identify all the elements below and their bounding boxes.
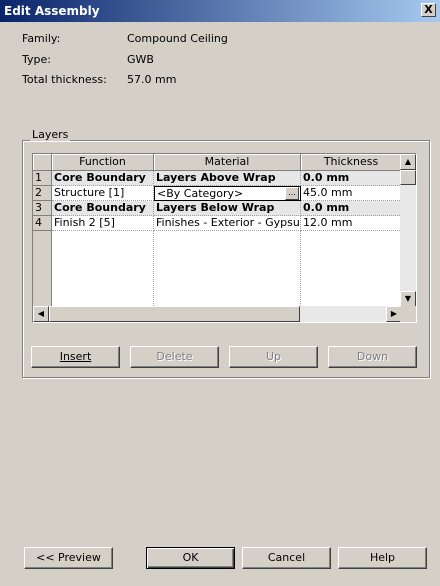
layer-material-cell[interactable]: Finishes - Exterior - Gypsu [154,216,301,231]
layer-material-cell[interactable]: Layers Below Wrap [154,201,301,216]
layer-function-cell[interactable]: Core Boundary [52,171,154,186]
material-edit-value: <By Category> [157,187,244,200]
title-bar[interactable]: Edit Assembly X [0,0,440,22]
column-header-thickness[interactable]: Thickness [301,154,402,171]
row-number[interactable]: 1 [33,171,52,186]
arrow-left-icon[interactable]: ◀ [33,306,49,322]
layer-thickness-cell[interactable]: 45.0 mm [301,186,402,201]
up-button[interactable]: Up [229,346,318,368]
delete-button[interactable]: Delete [130,346,219,368]
family-label: Family: [22,32,61,45]
row-header-empty [33,231,52,308]
insert-button[interactable]: Insert [31,346,120,368]
up-button-label: Up [265,350,282,363]
row-number[interactable]: 4 [33,216,52,231]
preview-button[interactable]: << Preview [24,547,113,569]
close-icon: X [424,3,433,16]
insert-button-label: Insert [59,350,92,363]
layer-function-cell[interactable]: Structure [1] [52,186,154,201]
help-button[interactable]: Help [338,547,427,569]
vertical-scrollbar[interactable]: ▲ ▼ [400,154,416,307]
layer-function-cell[interactable]: Finish 2 [5] [52,216,154,231]
horizontal-scroll-thumb[interactable] [49,306,300,322]
delete-button-label: Delete [156,350,193,363]
row-number[interactable]: 2 [33,186,52,201]
layers-group-label: Layers [30,128,71,141]
close-button[interactable]: X [421,3,436,17]
layer-thickness-cell[interactable]: 12.0 mm [301,216,402,231]
edit-assembly-dialog: Edit Assembly X Family: Compound Ceiling… [0,0,440,586]
total-thickness-label: Total thickness: [22,73,107,86]
window-title: Edit Assembly [4,4,100,18]
type-value: GWB [127,53,154,66]
layer-thickness-cell[interactable]: 0.0 mm [301,171,402,186]
arrow-down-icon[interactable]: ▼ [400,291,416,307]
column-header-function[interactable]: Function [52,154,154,171]
layer-material-cell[interactable]: Layers Above Wrap [154,171,301,186]
vertical-scroll-thumb[interactable] [400,170,416,185]
column-divider [153,231,155,308]
family-value: Compound Ceiling [127,32,228,45]
cancel-button-label: Cancel [267,551,306,564]
scroll-corner [400,306,416,322]
layers-table[interactable]: Function Material Thickness 1 Core Bound… [32,153,417,323]
preview-button-label: << Preview [36,551,101,564]
layer-function-cell[interactable]: Core Boundary [52,201,154,216]
ok-button-label: OK [182,551,199,564]
help-button-label: Help [369,551,396,564]
arrow-up-icon[interactable]: ▲ [400,154,416,170]
down-button[interactable]: Down [328,346,417,368]
horizontal-scrollbar[interactable]: ◀ ▶ [33,306,402,322]
material-browse-button[interactable]: ... [285,187,299,200]
column-divider [300,231,302,308]
material-edit-field[interactable]: <By Category> [154,186,301,201]
column-header-material[interactable]: Material [154,154,301,171]
down-button-label: Down [356,350,389,363]
total-thickness-value: 57.0 mm [127,73,177,86]
ok-button[interactable]: OK [146,547,235,569]
row-number[interactable]: 3 [33,201,52,216]
corner-header[interactable] [33,154,52,171]
cancel-button[interactable]: Cancel [242,547,331,569]
layer-thickness-cell[interactable]: 0.0 mm [301,201,402,216]
type-label: Type: [22,53,51,66]
